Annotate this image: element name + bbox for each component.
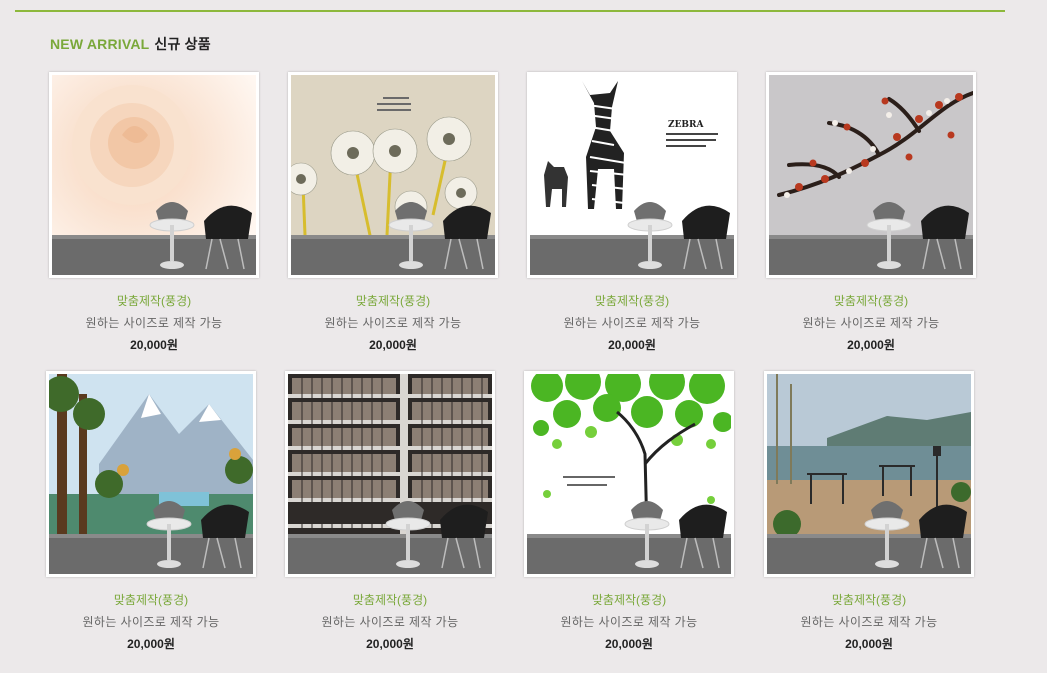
- product-image-zebra[interactable]: ZEBRA: [527, 72, 737, 278]
- product-desc: 원하는 사이즈로 제작 가능: [563, 316, 701, 330]
- product-desc: 원하는 사이즈로 제작 가능: [85, 316, 223, 330]
- product-image-green-tree[interactable]: [524, 371, 734, 577]
- product-image-rose[interactable]: [49, 72, 259, 278]
- product-desc: 원하는 사이즈로 제작 가능: [324, 316, 462, 330]
- product-name[interactable]: 맞춤제작(풍경): [527, 292, 737, 309]
- zebra-image-title: ZEBRA: [668, 120, 705, 130]
- product-desc: 원하는 사이즈로 제작 가능: [800, 615, 938, 629]
- product-image-blossom[interactable]: [766, 72, 976, 278]
- product-image-bookshelf[interactable]: [285, 371, 495, 577]
- product-name[interactable]: 맞춤제작(풍경): [524, 591, 734, 608]
- product-name[interactable]: 맞춤제작(풍경): [766, 292, 976, 309]
- product-price: 20,000원: [366, 637, 414, 651]
- product-image-terrace-lake[interactable]: [764, 371, 974, 577]
- product-price: 20,000원: [369, 338, 417, 352]
- product-name[interactable]: 맞춤제작(풍경): [46, 591, 256, 608]
- product-price: 20,000원: [127, 637, 175, 651]
- product-image-mountain-lake[interactable]: [46, 371, 256, 577]
- product-desc: 원하는 사이즈로 제작 가능: [82, 615, 220, 629]
- product-desc: 원하는 사이즈로 제작 가능: [802, 316, 940, 330]
- product-desc: 원하는 사이즈로 제작 가능: [560, 615, 698, 629]
- product-grid: 맞춤제작(풍경) 원하는 사이즈로 제작 가능 20,000원 맞춤제작(풍경)…: [0, 0, 1047, 673]
- product-name[interactable]: 맞춤제작(풍경): [764, 591, 974, 608]
- product-price: 20,000원: [130, 338, 178, 352]
- product-price: 20,000원: [608, 338, 656, 352]
- product-name[interactable]: 맞춤제작(풍경): [288, 292, 498, 309]
- product-price: 20,000원: [845, 637, 893, 651]
- product-price: 20,000원: [847, 338, 895, 352]
- product-name[interactable]: 맞춤제작(풍경): [49, 292, 259, 309]
- product-image-dandelion[interactable]: [288, 72, 498, 278]
- product-price: 20,000원: [605, 637, 653, 651]
- product-name[interactable]: 맞춤제작(풍경): [285, 591, 495, 608]
- product-desc: 원하는 사이즈로 제작 가능: [321, 615, 459, 629]
